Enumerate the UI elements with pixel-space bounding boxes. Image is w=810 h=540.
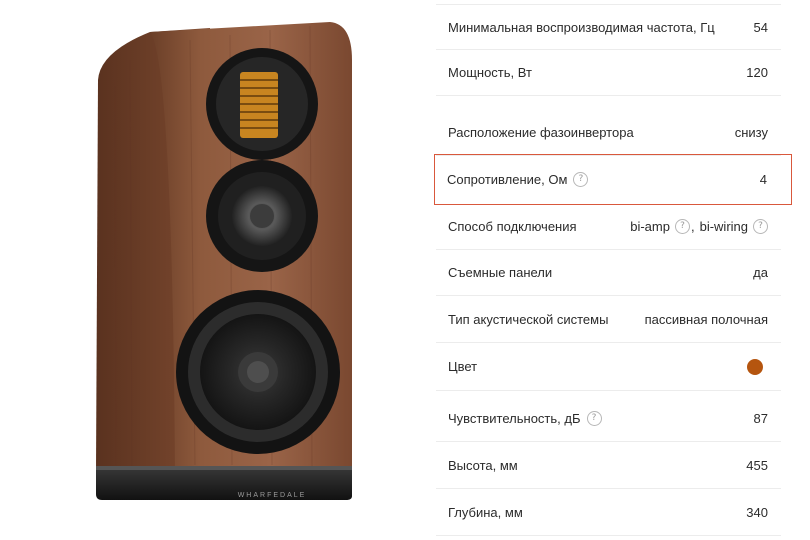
help-icon[interactable]: ? [753,219,768,234]
speaker-product-image: WHARFEDALE [96,22,352,500]
help-icon[interactable]: ? [573,172,589,187]
spec-row-speaker-type: Тип акустической системы пассивная полоч… [436,297,781,343]
spec-row-sensitivity: Чувствительность, дБ ? 87 [436,396,781,442]
spec-row-impedance: Сопротивление, Ом ? 4 [434,154,792,205]
spec-value: снизу [734,125,768,140]
spec-label: Тип акустической системы [448,312,609,327]
spec-value: 455 [746,458,768,473]
brand-logo: WHARFEDALE [238,492,307,499]
spec-row-removable-grilles: Съемные панели да [436,250,781,296]
spec-row-height: Высота, мм 455 [436,443,781,489]
spec-row-port-location: Расположение фазоинвертора снизу [436,110,781,156]
help-icon[interactable]: ? [674,219,690,234]
spec-label: Сопротивление, Ом [447,172,568,187]
spec-label: Высота, мм [448,458,518,473]
spec-label: Цвет [448,359,478,374]
spec-label: Чувствительность, дБ [448,411,581,426]
spec-row-power: Мощность, Вт 120 [436,50,781,96]
spec-value: да [753,265,768,280]
spec-value: 4 [759,172,767,187]
spec-row-min-frequency: Минимальная воспроизводимая частота, Гц … [436,4,781,50]
spec-value: пассивная полочная [644,312,768,327]
specs-table: Минимальная воспроизводимая частота, Гц … [434,0,792,540]
spec-row-depth: Глубина, мм 340 [436,490,781,536]
connection-value-bi-wiring: bi-wiring [699,219,748,234]
connection-value-bi-amp: bi-amp [630,219,670,234]
spec-value: 87 [753,411,768,426]
spec-value: 340 [746,505,768,520]
spec-label: Глубина, мм [448,505,523,520]
spec-value: 120 [746,65,768,80]
spec-row-connection: Способ подключения bi-amp ? , bi-wiring … [436,204,781,250]
spec-label: Съемные панели [448,265,553,280]
spec-label: Мощность, Вт [448,65,532,80]
spec-row-color: Цвет [436,343,781,391]
spec-value: 54 [753,19,768,35]
spec-label: Минимальная воспроизводимая частота, Гц [448,19,715,35]
speaker-base [96,466,352,500]
color-swatch [747,358,763,375]
help-icon[interactable]: ? [586,411,602,426]
spec-label: Расположение фазоинвертора [448,125,634,140]
spec-label: Способ подключения [448,219,577,234]
connection-separator: , [690,219,695,234]
